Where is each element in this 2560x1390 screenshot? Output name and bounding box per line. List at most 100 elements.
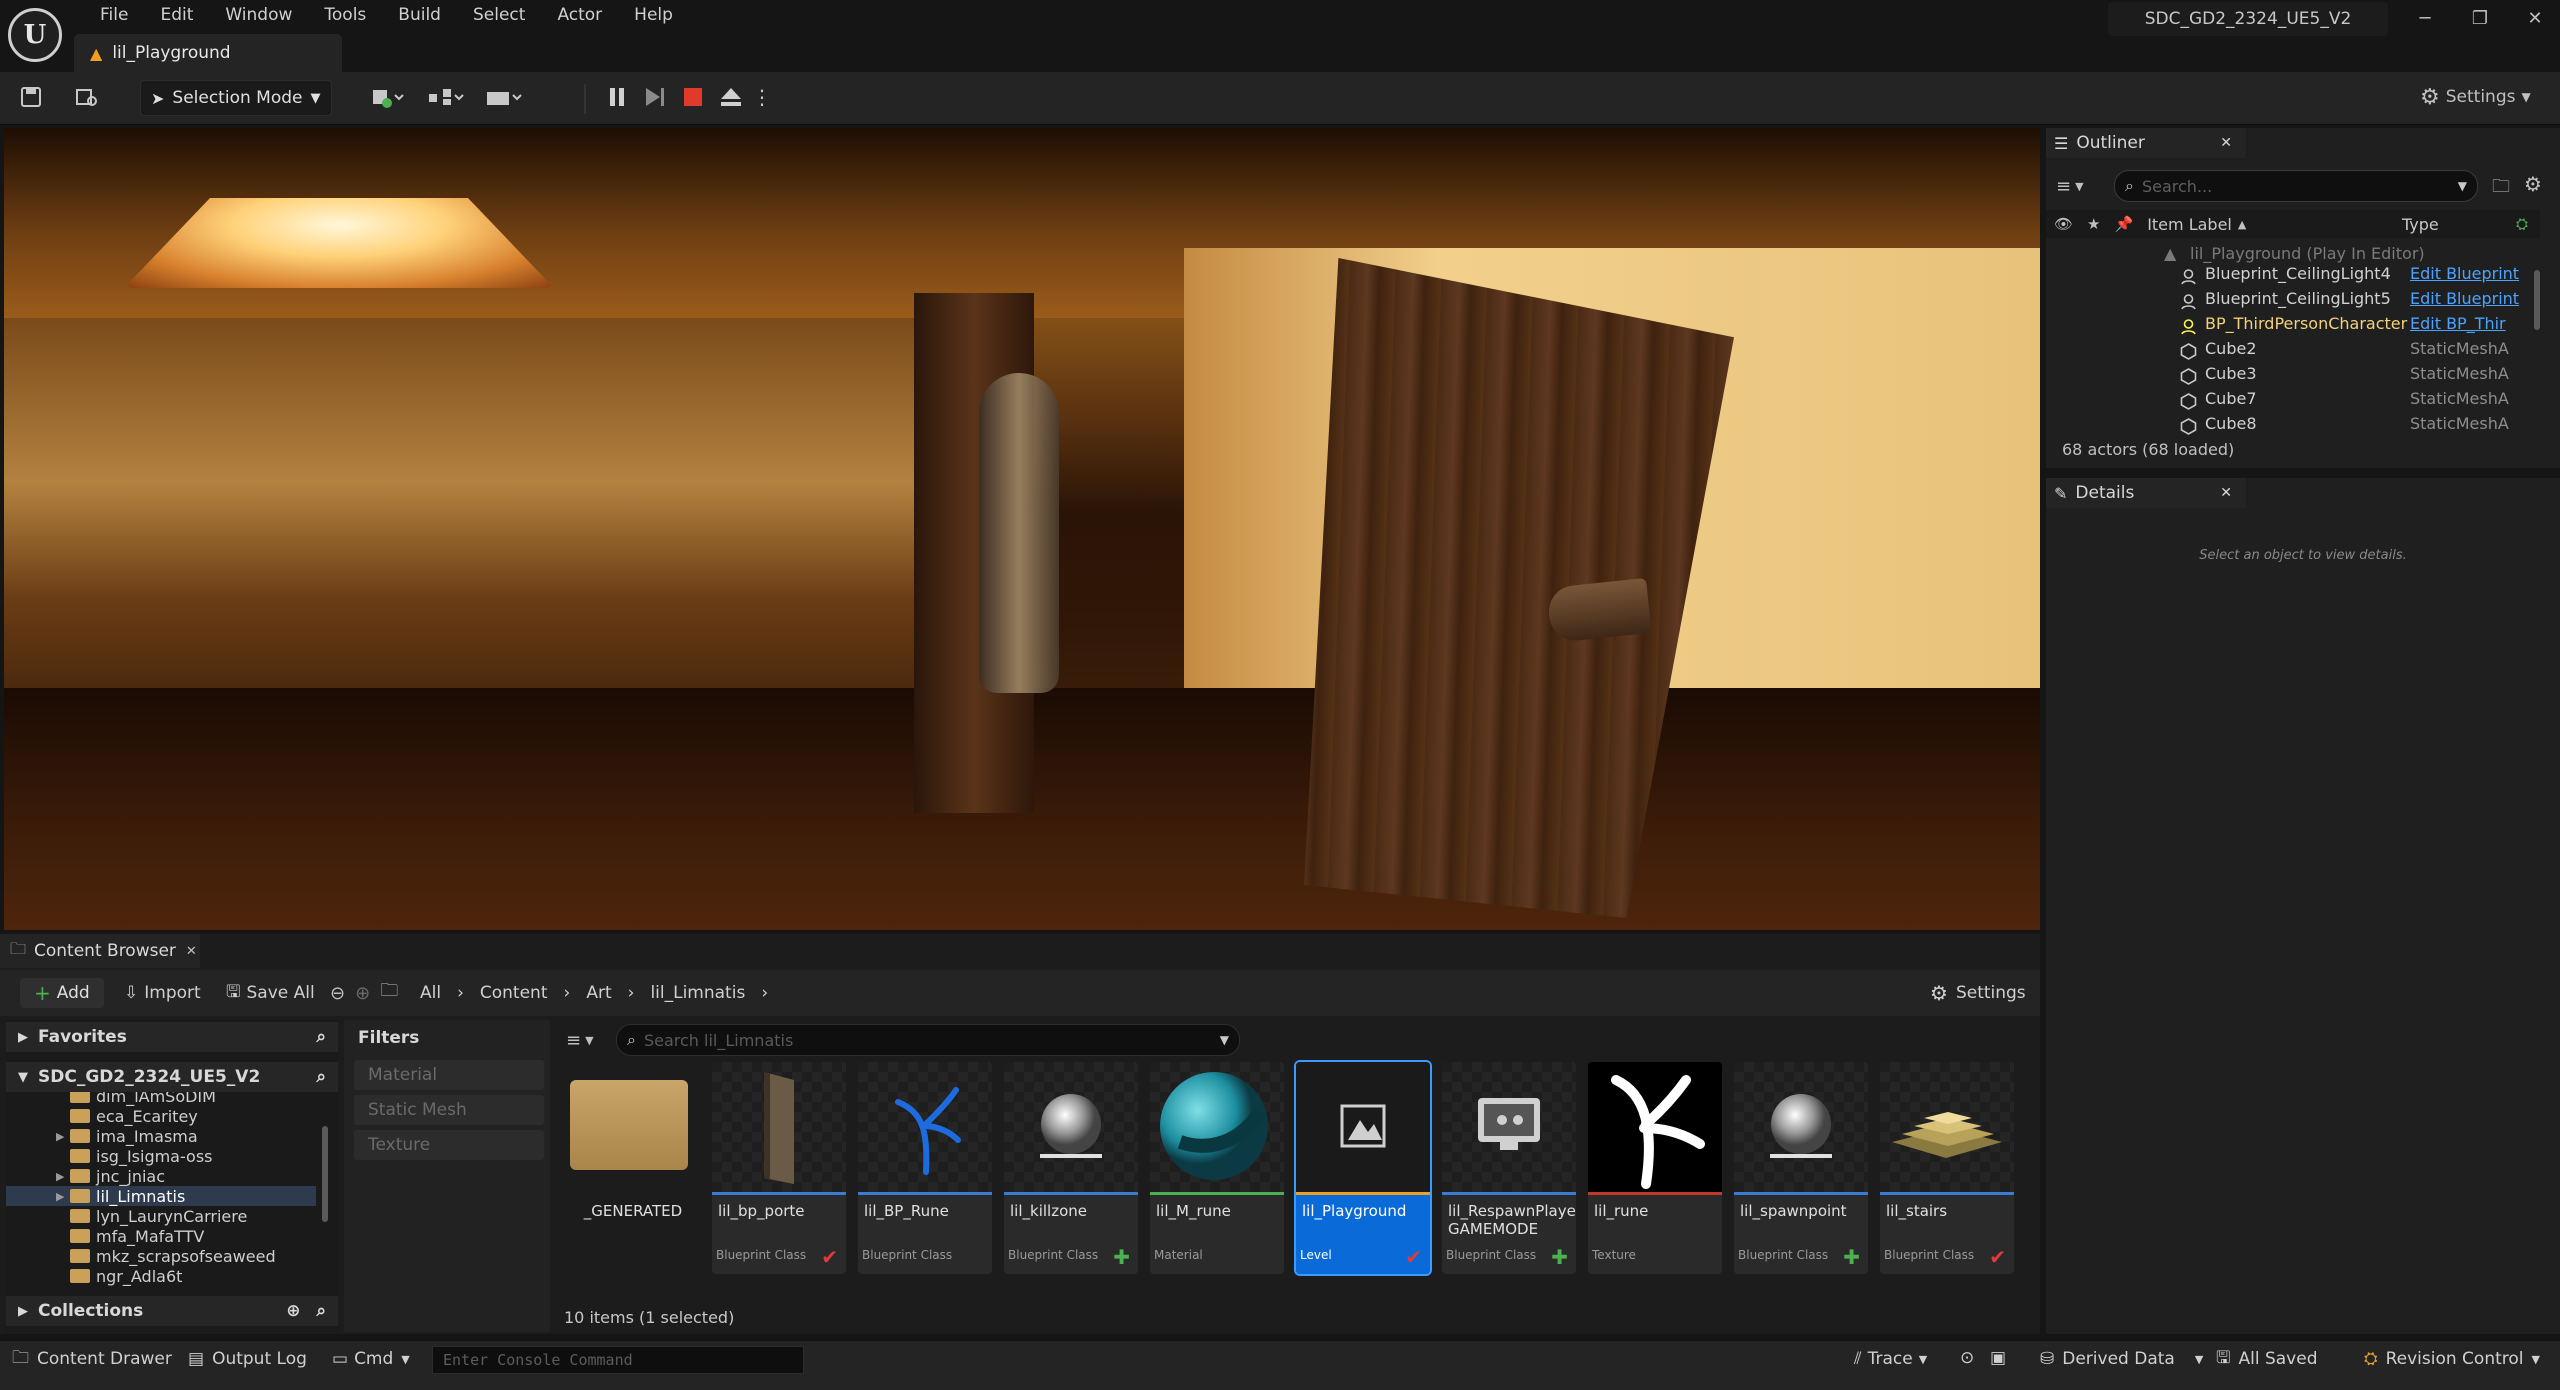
asset-tile[interactable]: lil_rune Texture — [1588, 1062, 1722, 1274]
level-viewport[interactable] — [4, 128, 2040, 930]
outliner-search-input[interactable]: ⌕ Search... ▼ — [2114, 170, 2478, 202]
filter-texture[interactable]: Texture — [354, 1130, 544, 1160]
breadcrumb-lil-limnatis[interactable]: lil_Limnatis — [650, 983, 745, 1003]
menu-actor[interactable]: Actor — [541, 0, 618, 30]
outliner-row[interactable]: Blueprint_CeilingLight4 Edit Blueprint — [2046, 264, 2540, 289]
search-icon[interactable]: ⌕ — [316, 1301, 326, 1321]
menu-edit[interactable]: Edit — [144, 0, 209, 30]
blueprint-icon[interactable] — [424, 80, 468, 114]
add-button[interactable]: + Add — [20, 978, 104, 1008]
outliner-row[interactable]: Cube7 StaticMeshA — [2046, 389, 2540, 414]
derived-data-dropdown[interactable]: ⛁ Derived Data ▼ — [2040, 1348, 2203, 1370]
cmd-dropdown[interactable]: ▭ Cmd ▼ — [332, 1348, 410, 1370]
edit-blueprint-link[interactable]: Edit Blueprint — [2410, 289, 2536, 308]
folder-tree-item[interactable]: ngr_Adla6t — [6, 1266, 316, 1286]
minimize-icon[interactable]: ─ — [2400, 4, 2450, 34]
close-icon[interactable]: ✕ — [2510, 4, 2560, 34]
browse-icon[interactable] — [70, 80, 104, 114]
asset-folder[interactable]: _GENERATED — [566, 1062, 700, 1274]
output-log-button[interactable]: ▤ Output Log — [188, 1348, 307, 1370]
asset-tile[interactable]: lil_Playground Level ✔ — [1294, 1060, 1432, 1276]
settings-button[interactable]: ⚙ Settings ▼ — [2420, 80, 2531, 114]
col-item-label[interactable]: Item Label — [2147, 215, 2232, 234]
close-icon[interactable]: ✕ — [186, 944, 197, 959]
step-forward-icon[interactable] — [638, 80, 672, 114]
gear-icon[interactable]: ⚙ — [2524, 172, 2542, 196]
cinematics-icon[interactable] — [482, 80, 526, 114]
content-drawer-button[interactable]: 🗀 Content Drawer — [12, 1348, 172, 1370]
edit-blueprint-link[interactable]: Edit Blueprint — [2410, 264, 2536, 283]
stop-icon[interactable] — [676, 80, 710, 114]
eject-icon[interactable] — [714, 80, 748, 114]
folder-tree-item[interactable]: eca_Ecaritey — [6, 1106, 316, 1126]
visibility-icon[interactable]: 👁 — [2054, 215, 2073, 233]
folder-tree-scrollbar[interactable] — [322, 1126, 328, 1222]
menu-tools[interactable]: Tools — [308, 0, 382, 30]
filter-material[interactable]: Material — [354, 1060, 544, 1090]
outliner-filter-button[interactable]: ≡ ▼ — [2056, 172, 2084, 200]
breadcrumb-art[interactable]: Art — [586, 983, 611, 1003]
pause-icon[interactable] — [600, 80, 634, 114]
menu-file[interactable]: File — [84, 0, 144, 30]
revision-control-dropdown[interactable]: ⛭ Revision Control ▼ — [2364, 1348, 2540, 1370]
edit-blueprint-link[interactable]: Edit BP_Thir — [2410, 314, 2536, 333]
menu-window[interactable]: Window — [209, 0, 308, 30]
tab-outliner[interactable]: ☰ Outliner ✕ — [2046, 128, 2246, 158]
unreal-logo-icon[interactable]: U — [8, 8, 62, 62]
collections-header[interactable]: ▶ Collections ⊕ ⌕ — [6, 1296, 338, 1326]
chevron-right-icon[interactable]: ▶ — [56, 1130, 70, 1143]
outliner-row[interactable]: Cube3 StaticMeshA — [2046, 364, 2540, 389]
outliner-row[interactable]: BP_ThirdPersonCharacter Edit BP_Thir — [2046, 314, 2540, 339]
asset-tile[interactable]: lil_spawnpoint Blueprint Class ✚ — [1734, 1062, 1868, 1274]
filter-static-mesh[interactable]: Static Mesh — [354, 1095, 544, 1125]
source-control-icon[interactable]: ⛭ — [2516, 215, 2528, 233]
star-icon[interactable]: ★ — [2087, 215, 2100, 233]
folder-tree-item[interactable]: mfa_MafaTTV — [6, 1226, 316, 1246]
asset-tile[interactable]: lil_bp_porte Blueprint Class ✔ — [712, 1062, 846, 1274]
asset-tile[interactable]: lil_killzone Blueprint Class ✚ — [1004, 1062, 1138, 1274]
tab-details[interactable]: ✎ Details ✕ — [2046, 478, 2246, 508]
save-icon[interactable] — [14, 80, 48, 114]
tab-level-document[interactable]: ▲ lil_Playground — [74, 34, 342, 72]
selection-mode-dropdown[interactable]: ➤ Selection Mode ▼ — [140, 80, 332, 116]
breadcrumb-all[interactable]: All — [420, 983, 441, 1003]
folder-tree-item[interactable]: ▶ lil_Limnatis — [6, 1186, 316, 1206]
cb-settings-button[interactable]: ⚙ Settings — [1930, 978, 2026, 1008]
outliner-level-row[interactable]: ▲ lil_Playground (Play In Editor) — [2046, 244, 2540, 264]
asset-tile[interactable]: lil_RespawnPlayer GAMEMODE Blueprint Clas… — [1442, 1062, 1576, 1274]
menu-build[interactable]: Build — [382, 0, 457, 30]
folder-tree-item[interactable]: ▶ ima_Imasma — [6, 1126, 316, 1146]
pin-icon[interactable]: 📌 — [2115, 215, 2134, 233]
search-icon[interactable]: ⌕ — [316, 1027, 326, 1047]
outliner-row[interactable]: Cube2 StaticMeshA — [2046, 339, 2540, 364]
folder-tree-item[interactable]: isg_Isigma-oss — [6, 1146, 316, 1166]
menu-help[interactable]: Help — [618, 0, 689, 30]
chevron-right-icon[interactable]: ▶ — [56, 1170, 70, 1183]
favorites-header[interactable]: ▶ Favorites ⌕ — [6, 1022, 338, 1052]
folder-tree-item[interactable]: mkz_scrapsofseaweed — [6, 1246, 316, 1266]
add-collection-icon[interactable]: ⊕ — [286, 1301, 300, 1321]
console-command-input[interactable]: Enter Console Command — [432, 1346, 804, 1374]
all-saved-status[interactable]: 🖫 All Saved — [2216, 1348, 2317, 1370]
outliner-scrollbar[interactable] — [2534, 270, 2540, 330]
screenshot-icon[interactable]: ▣ — [1990, 1348, 2006, 1368]
save-all-button[interactable]: 🖫 Save All — [226, 978, 315, 1008]
close-icon[interactable]: ✕ — [2220, 135, 2232, 151]
close-icon[interactable]: ✕ — [2220, 485, 2232, 501]
project-root-header[interactable]: ▼ SDC_GD2_2324_UE5_V2 ⌕ — [6, 1062, 338, 1092]
col-type[interactable]: Type — [2402, 215, 2439, 234]
menu-select[interactable]: Select — [457, 0, 541, 30]
chevron-right-icon[interactable]: ▶ — [56, 1190, 70, 1203]
asset-tile[interactable]: lil_stairs Blueprint Class ✔ — [1880, 1062, 2014, 1274]
asset-filter-button[interactable]: ≡ ▼ — [566, 1026, 594, 1054]
import-button[interactable]: ⇩ Import — [124, 978, 201, 1008]
more-options-icon[interactable]: ⋮ — [752, 80, 772, 114]
trace-dropdown[interactable]: ⫽ Trace ▼ — [1854, 1348, 1927, 1370]
add-actor-icon[interactable] — [366, 80, 410, 114]
back-icon[interactable]: ⊖ — [330, 983, 345, 1004]
outliner-row[interactable]: Blueprint_CeilingLight5 Edit Blueprint — [2046, 289, 2540, 314]
asset-tile[interactable]: lil_BP_Rune Blueprint Class — [858, 1062, 992, 1274]
asset-search-input[interactable]: ⌕ Search lil_Limnatis ▼ — [616, 1024, 1240, 1056]
folder-tree-item[interactable]: ▶ jnc_jniac — [6, 1166, 316, 1186]
outliner-row[interactable]: Cube8 StaticMeshA — [2046, 414, 2540, 439]
